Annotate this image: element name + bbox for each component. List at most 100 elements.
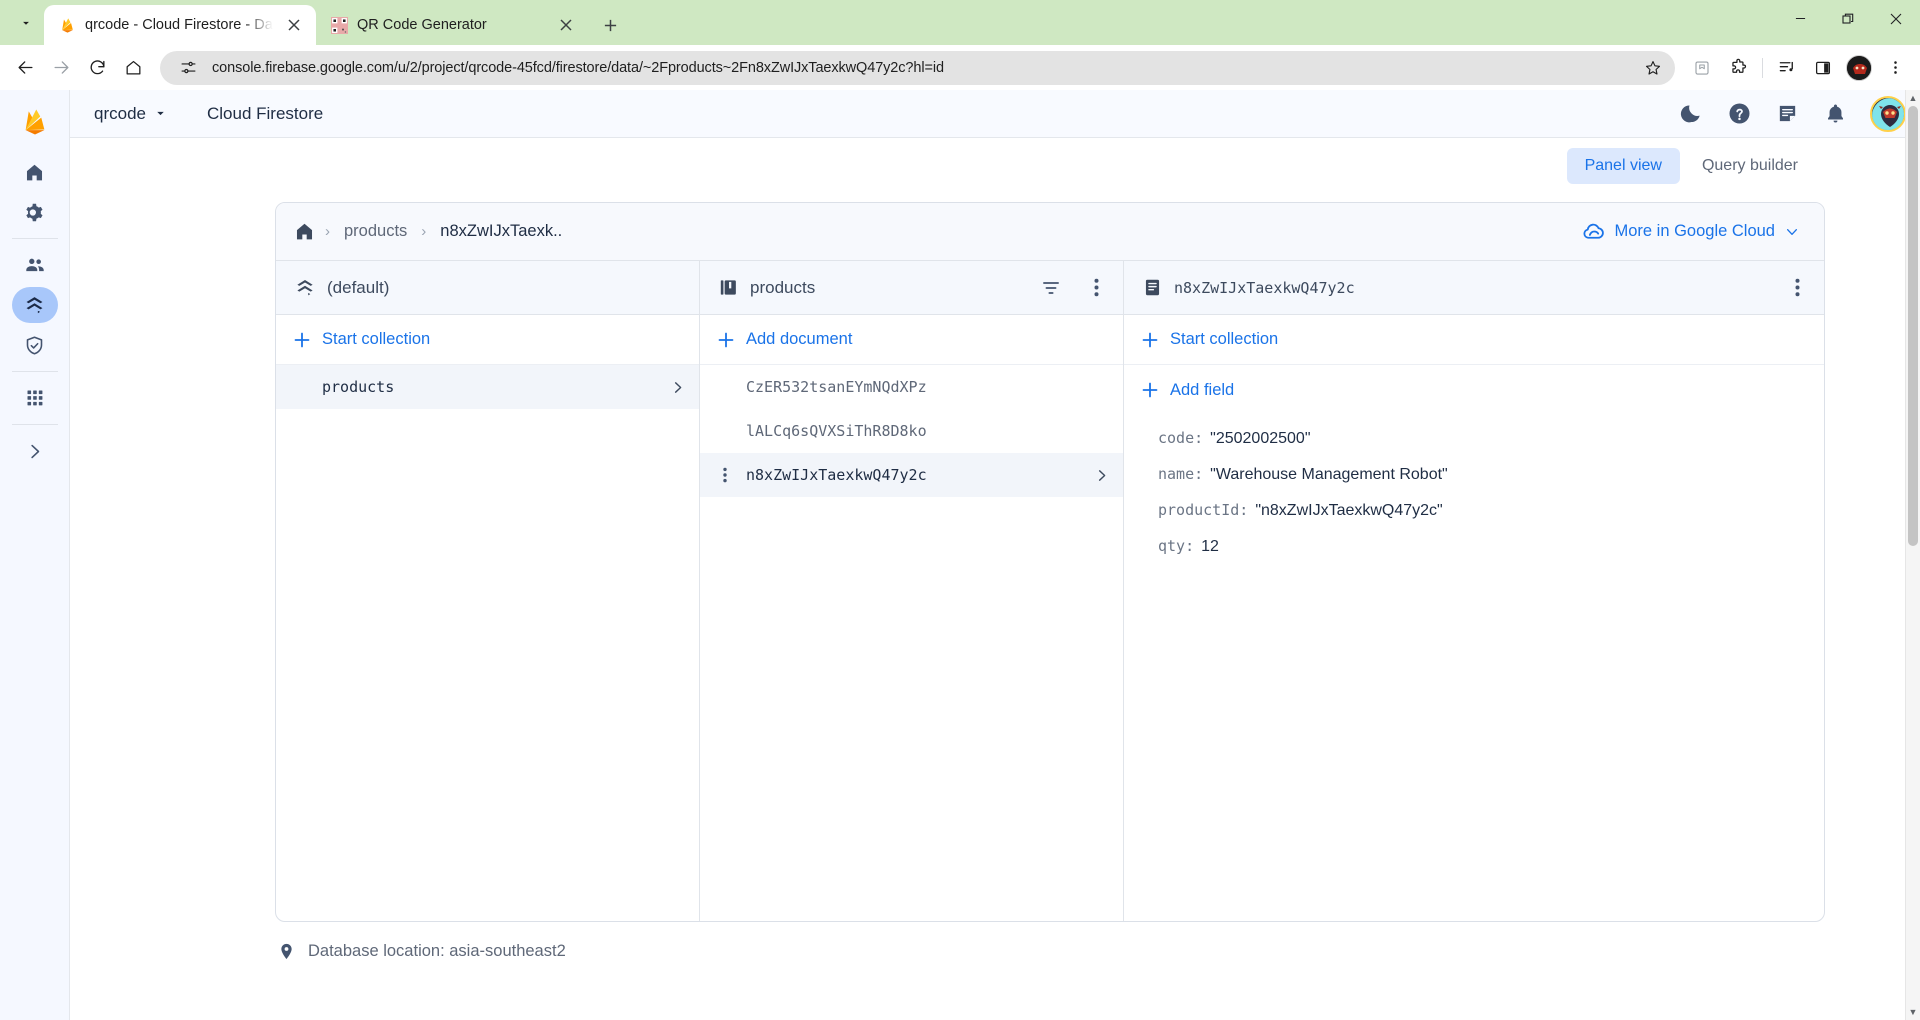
- media-controls-icon[interactable]: [1770, 51, 1804, 85]
- collection-name: products: [322, 378, 395, 396]
- plus-icon: [1142, 332, 1158, 348]
- database-location-footer: Database location: asia-southeast2: [70, 922, 1920, 980]
- close-icon[interactable]: [282, 13, 306, 37]
- rail-group-all-products: [0, 372, 69, 424]
- firebase-logo-icon[interactable]: [0, 98, 69, 146]
- database-location-text: Database location: asia-southeast2: [308, 941, 566, 960]
- document-id: n8xZwIJxTaexkwQ47y2c: [746, 466, 927, 484]
- add-document-button[interactable]: Add document: [700, 315, 1123, 365]
- tab-panel-view[interactable]: Panel view: [1566, 148, 1680, 184]
- browser-tab-2-title: QR Code Generator: [357, 17, 487, 33]
- help-button[interactable]: [1718, 93, 1760, 135]
- rail-group-expand: [0, 425, 69, 477]
- breadcrumb-item-document[interactable]: n8xZwIJxTaexk..: [436, 220, 566, 243]
- breadcrumb: › products › n8xZwIJxTaexk..: [294, 220, 1574, 243]
- firebase-console: qrcode Cloud Firestore Panel view Query …: [0, 90, 1920, 1020]
- panel-collection: products Add document CzER532tsanEYmNQdX…: [700, 261, 1124, 921]
- panel-document-header: n8xZwIJxTaexkwQ47y2c: [1124, 261, 1824, 315]
- breadcrumb-item-products[interactable]: products: [340, 220, 411, 243]
- panel-database-header: (default): [276, 261, 699, 315]
- more-in-google-cloud-button[interactable]: More in Google Cloud: [1574, 214, 1808, 249]
- reading-list-icon[interactable]: [1685, 51, 1719, 85]
- tab-search-button[interactable]: [8, 5, 44, 41]
- firestore-card: › products › n8xZwIJxTaexk.. More in Goo…: [275, 202, 1825, 922]
- user-avatar[interactable]: [1870, 95, 1906, 132]
- chrome-menu-icon[interactable]: [1878, 51, 1912, 85]
- start-collection-label: Start collection: [1170, 330, 1279, 348]
- rail-group-build: [0, 239, 69, 371]
- document-field[interactable]: productId: "n8xZwIJxTaexkwQ47y2c": [1124, 493, 1824, 529]
- add-document-label: Add document: [746, 330, 853, 348]
- project-selector[interactable]: qrcode: [84, 98, 177, 130]
- filter-icon[interactable]: [1034, 271, 1068, 305]
- start-collection-label: Start collection: [322, 330, 431, 348]
- scroll-up-arrow[interactable]: ▲: [1909, 90, 1918, 106]
- address-bar[interactable]: console.firebase.google.com/u/2/project/…: [160, 50, 1675, 85]
- panel-document-title: n8xZwIJxTaexkwQ47y2c: [1174, 278, 1355, 297]
- dark-mode-toggle[interactable]: [1670, 93, 1712, 135]
- notifications-button[interactable]: [1814, 93, 1856, 135]
- kebab-menu-icon[interactable]: [1780, 271, 1814, 305]
- star-icon[interactable]: [1639, 54, 1667, 82]
- cloud-icon: [1582, 220, 1605, 243]
- scrollbar-thumb[interactable]: [1908, 106, 1918, 546]
- more-in-google-cloud-label: More in Google Cloud: [1614, 222, 1775, 240]
- browser-tab-1[interactable]: qrcode - Cloud Firestore - Data: [44, 5, 316, 45]
- start-collection-button[interactable]: Start collection: [1124, 315, 1824, 365]
- add-field-label: Add field: [1170, 380, 1235, 399]
- page-scrollbar[interactable]: ▲ ▼: [1905, 90, 1920, 1020]
- kebab-menu-icon[interactable]: [1079, 271, 1113, 305]
- field-value: "Warehouse Management Robot": [1210, 466, 1448, 483]
- document-field[interactable]: code: "2502002500": [1124, 421, 1824, 457]
- url-text[interactable]: console.firebase.google.com/u/2/project/…: [212, 60, 1629, 76]
- table-row[interactable]: CzER532tsanEYmNQdXPz: [700, 365, 1123, 409]
- kebab-menu-icon[interactable]: [714, 467, 736, 483]
- feedback-button[interactable]: [1766, 93, 1808, 135]
- home-icon[interactable]: [294, 221, 315, 242]
- profile-avatar-icon[interactable]: [1842, 51, 1876, 85]
- sidebar-item-all-products[interactable]: [12, 380, 58, 416]
- add-field-button[interactable]: Add field: [1124, 365, 1824, 415]
- project-name: qrcode: [94, 103, 146, 123]
- view-mode-tabs: Panel view Query builder: [70, 138, 1920, 184]
- close-icon[interactable]: [554, 13, 578, 37]
- back-arrow-icon[interactable]: [8, 51, 42, 85]
- product-name[interactable]: Cloud Firestore: [199, 98, 331, 130]
- list-item[interactable]: products: [276, 365, 699, 409]
- browser-tab-2[interactable]: QR Code Generator: [316, 5, 588, 45]
- table-row[interactable]: n8xZwIJxTaexkwQ47y2c: [700, 453, 1123, 497]
- field-key: qty:: [1158, 537, 1195, 555]
- document-icon: [1142, 277, 1163, 298]
- scroll-down-arrow[interactable]: ▼: [1909, 1004, 1918, 1020]
- sidebar-item-project-settings[interactable]: [12, 194, 58, 230]
- field-value: 12: [1201, 538, 1219, 555]
- new-tab-button[interactable]: [594, 9, 626, 41]
- firestore-data-view: Panel view Query builder › products › n8…: [70, 138, 1920, 1020]
- plus-icon: [1142, 382, 1158, 398]
- sidebar-item-app-check[interactable]: [12, 327, 58, 363]
- tab-query-builder[interactable]: Query builder: [1684, 148, 1816, 184]
- close-icon[interactable]: [1872, 0, 1920, 37]
- field-value: "2502002500": [1210, 430, 1311, 447]
- table-row[interactable]: lALCq6sQVXSiThR8D8ko: [700, 409, 1123, 453]
- sidebar-item-firestore-database[interactable]: [11, 287, 58, 323]
- extensions-puzzle-icon[interactable]: [1721, 51, 1755, 85]
- field-key: name:: [1158, 465, 1204, 483]
- document-field[interactable]: name: "Warehouse Management Robot": [1124, 457, 1824, 493]
- sidebar-item-authentication[interactable]: [12, 247, 58, 283]
- minimize-icon[interactable]: [1776, 0, 1824, 37]
- document-field[interactable]: qty: 12: [1124, 529, 1824, 565]
- browser-window: qrcode - Cloud Firestore - Data QR Code …: [0, 0, 1920, 1020]
- home-icon[interactable]: [116, 51, 150, 85]
- restore-icon[interactable]: [1824, 0, 1872, 37]
- chevron-right-icon: [1091, 468, 1111, 483]
- forward-arrow-icon[interactable]: [44, 51, 78, 85]
- tune-icon[interactable]: [174, 54, 202, 82]
- start-collection-button[interactable]: Start collection: [276, 315, 699, 365]
- sidebar-expand-nav-button[interactable]: [12, 433, 58, 469]
- scrollbar-track[interactable]: [1906, 106, 1920, 1004]
- reload-icon[interactable]: [80, 51, 114, 85]
- window-controls: [1776, 0, 1920, 45]
- side-panel-icon[interactable]: [1806, 51, 1840, 85]
- sidebar-item-project-overview[interactable]: [12, 154, 58, 190]
